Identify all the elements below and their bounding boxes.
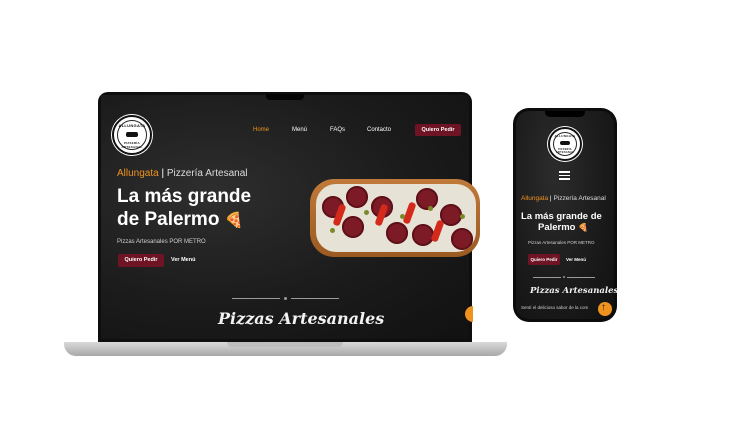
bottle-icon — [126, 132, 138, 137]
brand-separator: | — [161, 168, 165, 179]
brand-subtitle: Pizzería Artesanal — [166, 168, 248, 179]
mobile-brand-subtitle: Pizzería Artesanal — [553, 195, 606, 202]
hero-headline-line1: La más grande — [117, 186, 252, 207]
headline-text: de Palermo — [117, 209, 220, 230]
mobile-menu-button[interactable]: Ver Menú — [566, 257, 586, 262]
mobile-logo-text-top: ALLUNGATA — [554, 134, 576, 138]
section-divider-left — [232, 298, 280, 299]
mobile-brand-name: Allungata — [521, 195, 549, 202]
hero-headline-line2: de Palermo 🍕 — [117, 209, 243, 231]
mobile-headline-line2: Palermo 🍕 — [538, 222, 588, 233]
hero-tagline: Pizzas Artesanales POR METRO — [117, 239, 206, 245]
phone-notch — [545, 111, 585, 117]
laptop-base-notch — [227, 342, 343, 347]
mobile-pizza-emoji: 🍕 — [578, 223, 589, 232]
logo-text-top: ALLUNGATA — [118, 123, 146, 128]
mobile-headline-text: Palermo — [538, 222, 576, 233]
mobile-bottle-icon — [560, 141, 570, 145]
scroll-top-button[interactable]: ↑ — [598, 302, 612, 316]
hamburger-icon[interactable] — [559, 171, 570, 180]
mobile-logo-text-bottom: PIZZERÍA ARTESANAL — [555, 148, 575, 154]
pizza-emoji: 🍕 — [224, 212, 244, 229]
mobile-divider-right — [567, 277, 595, 278]
mobile-divider-dot — [563, 276, 565, 278]
hero-menu-button[interactable]: Ver Menú — [171, 257, 195, 263]
mobile-tagline: Pizzas Artesanales POR METRO — [528, 240, 595, 245]
mobile-order-button[interactable]: Quiero Pedir — [528, 254, 560, 265]
section-title: Pizzas Artesanales — [218, 309, 385, 328]
brand-name: Allungata — [117, 168, 159, 179]
mobile-brand-line: Allungata | Pizzería Artesanal — [521, 195, 606, 202]
mobile-headline-line1: La más grande de — [521, 211, 602, 222]
desktop-logo[interactable]: ALLUNGATA PIZZERÍA ARTESANAL — [112, 115, 152, 155]
mobile-logo[interactable]: ALLUNGATA PIZZERÍA ARTESANAL — [548, 127, 582, 161]
nav-order-button[interactable]: Quiero Pedir — [415, 124, 461, 136]
logo-text-bottom: PIZZERÍA ARTESANAL — [121, 141, 143, 149]
laptop-notch — [266, 94, 304, 100]
arrow-up-icon: ↑ — [601, 302, 606, 313]
mobile-brand-separator: | — [549, 195, 552, 202]
section-divider-dot — [284, 297, 287, 300]
nav-menu[interactable]: Menú — [292, 127, 307, 133]
mobile-intro-text: Sentí el delicioso sabor de la com — [521, 305, 589, 310]
hero-brand-line: Allungata | Pizzería Artesanal — [117, 168, 247, 179]
nav-faqs[interactable]: FAQs — [330, 127, 345, 133]
mobile-section-title: Pizzas Artesanales — [530, 286, 619, 296]
nav-home[interactable]: Home — [253, 127, 269, 133]
pizza-topping — [316, 184, 476, 252]
section-divider-right — [291, 298, 339, 299]
mobile-divider-left — [533, 277, 561, 278]
nav-contacto[interactable]: Contacto — [367, 127, 391, 133]
hero-order-button[interactable]: Quiero Pedir — [118, 254, 164, 267]
